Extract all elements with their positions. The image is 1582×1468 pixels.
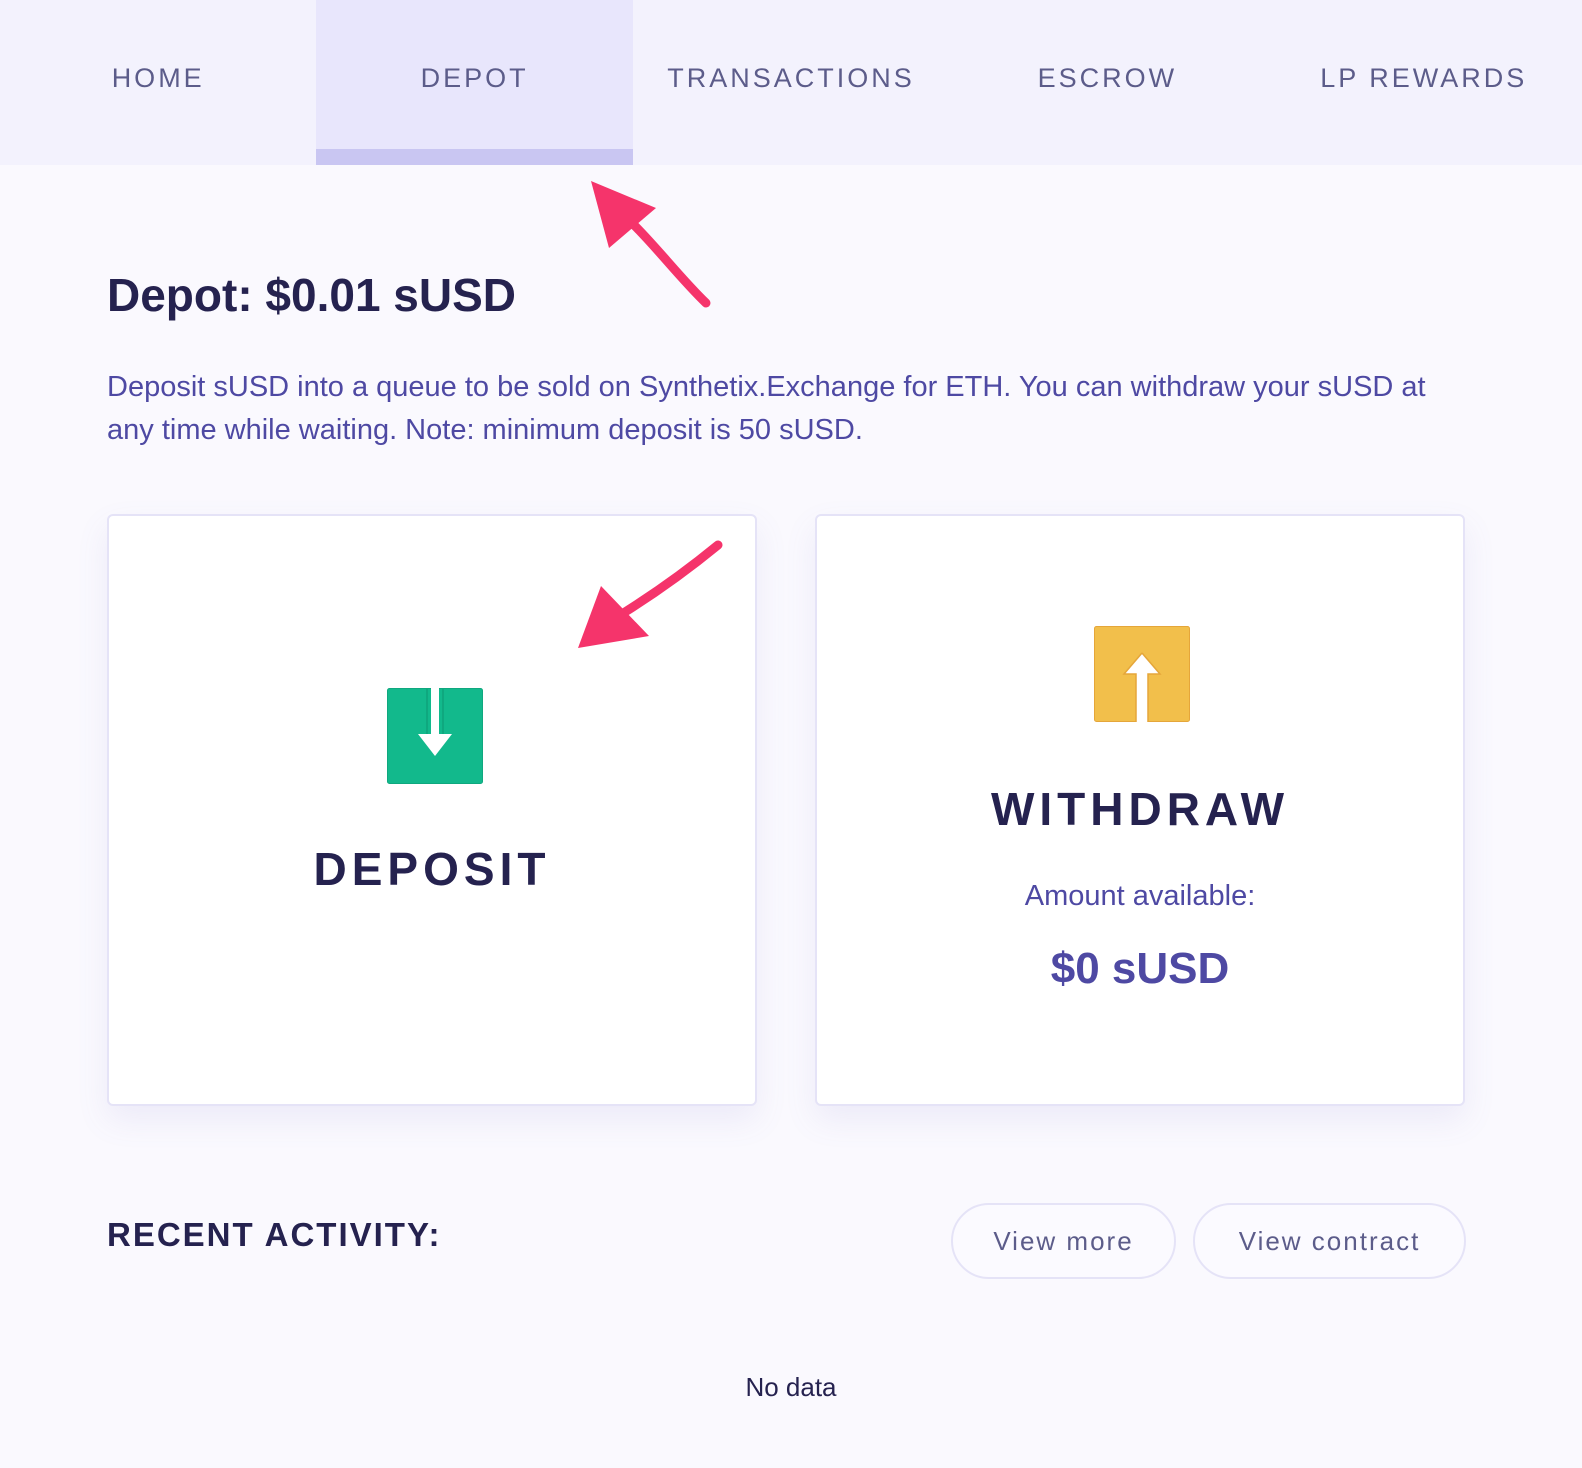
- arrow-up-box-icon: [1094, 626, 1190, 722]
- active-tab-indicator: [316, 149, 633, 165]
- page-title: Depot: $0.01 sUSD: [107, 269, 517, 321]
- main-nav: HOME DEPOT TRANSACTIONS ESCROW LP REWARD…: [0, 0, 1582, 165]
- arrow-down-box-icon: [387, 688, 483, 784]
- tab-escrow-label: ESCROW: [1037, 63, 1178, 93]
- deposit-card[interactable]: DEPOSIT: [107, 514, 757, 1106]
- tab-escrow[interactable]: ESCROW: [949, 0, 1265, 165]
- withdraw-card[interactable]: WITHDRAW Amount available: $0 sUSD: [815, 514, 1465, 1106]
- recent-activity-title: RECENT ACTIVITY:: [107, 1216, 442, 1253]
- withdraw-label: WITHDRAW: [990, 783, 1290, 835]
- tab-depot[interactable]: DEPOT: [316, 0, 633, 165]
- tab-home-label: HOME: [111, 63, 205, 93]
- amount-available-value: $0 sUSD: [1050, 944, 1230, 993]
- tab-lp-rewards[interactable]: LP REWARDS: [1266, 0, 1582, 165]
- empty-state-text: No data: [745, 1372, 837, 1402]
- view-more-button[interactable]: View more: [951, 1203, 1176, 1279]
- tab-depot-label: DEPOT: [420, 63, 529, 93]
- tab-home[interactable]: HOME: [0, 0, 316, 165]
- view-contract-button[interactable]: View contract: [1193, 1203, 1466, 1279]
- annotation-arrow-icon: [591, 181, 711, 308]
- amount-available-label: Amount available:: [1024, 880, 1256, 912]
- depot-description: Deposit sUSD into a queue to be sold on …: [107, 371, 1426, 446]
- deposit-label: DEPOSIT: [313, 843, 551, 895]
- tab-lp-rewards-label: LP REWARDS: [1320, 63, 1528, 93]
- tab-transactions[interactable]: TRANSACTIONS: [633, 0, 949, 165]
- tab-transactions-label: TRANSACTIONS: [667, 63, 915, 93]
